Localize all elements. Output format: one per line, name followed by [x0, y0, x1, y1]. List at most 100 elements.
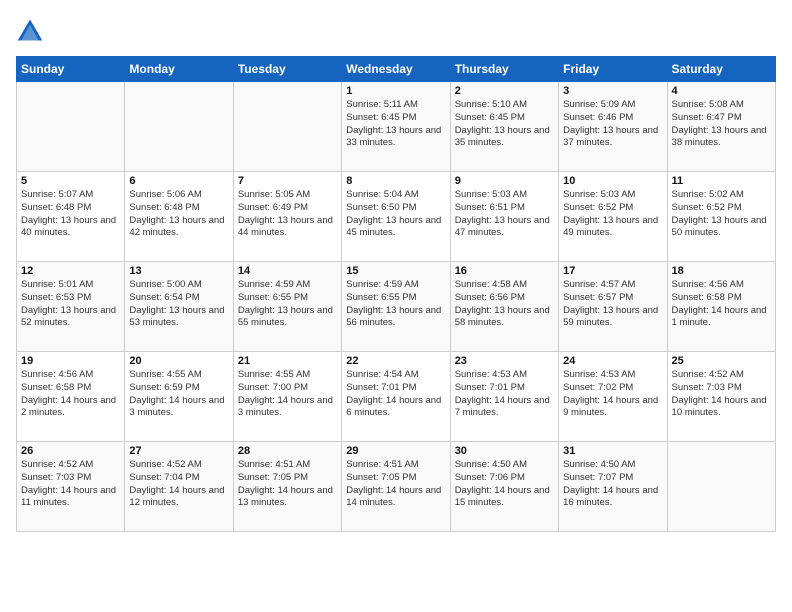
calendar-cell: 25 Sunrise: 4:52 AM Sunset: 7:03 PM Dayli… — [667, 352, 775, 442]
day-content: Sunrise: 4:54 AM Sunset: 7:01 PM Dayligh… — [346, 369, 445, 420]
day-content: Sunrise: 4:58 AM Sunset: 6:56 PM Dayligh… — [455, 279, 554, 330]
day-content: Sunrise: 5:08 AM Sunset: 6:47 PM Dayligh… — [672, 99, 771, 150]
day-number: 27 — [129, 445, 228, 457]
calendar-header: SundayMondayTuesdayWednesdayThursdayFrid… — [17, 57, 776, 82]
day-number: 5 — [21, 175, 120, 187]
header-day-wednesday: Wednesday — [342, 57, 450, 82]
day-content: Sunrise: 5:03 AM Sunset: 6:52 PM Dayligh… — [563, 189, 662, 240]
day-content: Sunrise: 4:52 AM Sunset: 7:04 PM Dayligh… — [129, 459, 228, 510]
day-content: Sunrise: 4:50 AM Sunset: 7:07 PM Dayligh… — [563, 459, 662, 510]
header-day-friday: Friday — [559, 57, 667, 82]
day-content: Sunrise: 4:53 AM Sunset: 7:02 PM Dayligh… — [563, 369, 662, 420]
day-number: 19 — [21, 355, 120, 367]
day-content: Sunrise: 4:51 AM Sunset: 7:05 PM Dayligh… — [238, 459, 337, 510]
calendar-cell — [667, 442, 775, 532]
calendar-body: 1 Sunrise: 5:11 AM Sunset: 6:45 PM Daylig… — [17, 82, 776, 532]
calendar-table: SundayMondayTuesdayWednesdayThursdayFrid… — [16, 56, 776, 532]
page-header — [16, 16, 776, 44]
calendar-cell: 2 Sunrise: 5:10 AM Sunset: 6:45 PM Daylig… — [450, 82, 558, 172]
calendar-cell: 19Sunrise: 4:56 AM Sunset: 6:58 PM Dayli… — [17, 352, 125, 442]
day-number: 13 — [129, 265, 228, 277]
day-content: Sunrise: 5:11 AM Sunset: 6:45 PM Dayligh… — [346, 99, 445, 150]
day-content: Sunrise: 5:07 AM Sunset: 6:48 PM Dayligh… — [21, 189, 120, 240]
day-content: Sunrise: 4:55 AM Sunset: 6:59 PM Dayligh… — [129, 369, 228, 420]
day-number: 18 — [672, 265, 771, 277]
day-number: 30 — [455, 445, 554, 457]
calendar-cell: 14 Sunrise: 4:59 AM Sunset: 6:55 PM Dayli… — [233, 262, 341, 352]
header-day-sunday: Sunday — [17, 57, 125, 82]
week-row-2: 12 Sunrise: 5:01 AM Sunset: 6:53 PM Dayli… — [17, 262, 776, 352]
calendar-cell: 28 Sunrise: 4:51 AM Sunset: 7:05 PM Dayli… — [233, 442, 341, 532]
day-number: 12 — [21, 265, 120, 277]
calendar-cell — [125, 82, 233, 172]
header-day-tuesday: Tuesday — [233, 57, 341, 82]
header-day-thursday: Thursday — [450, 57, 558, 82]
calendar-cell: 21 Sunrise: 4:55 AM Sunset: 7:00 PM Dayli… — [233, 352, 341, 442]
day-number: 14 — [238, 265, 337, 277]
day-number: 22 — [346, 355, 445, 367]
day-content: Sunrise: 4:52 AM Sunset: 7:03 PM Dayligh… — [672, 369, 771, 420]
day-number: 11 — [672, 175, 771, 187]
calendar-cell: 16Sunrise: 4:58 AM Sunset: 6:56 PM Dayli… — [450, 262, 558, 352]
calendar-cell: 11 Sunrise: 5:02 AM Sunset: 6:52 PM Dayli… — [667, 172, 775, 262]
calendar-cell: 7 Sunrise: 5:05 AM Sunset: 6:49 PM Daylig… — [233, 172, 341, 262]
day-number: 8 — [346, 175, 445, 187]
calendar-cell — [17, 82, 125, 172]
header-day-saturday: Saturday — [667, 57, 775, 82]
day-content: Sunrise: 5:00 AM Sunset: 6:54 PM Dayligh… — [129, 279, 228, 330]
calendar-cell: 23 Sunrise: 4:53 AM Sunset: 7:01 PM Dayli… — [450, 352, 558, 442]
day-content: Sunrise: 5:03 AM Sunset: 6:51 PM Dayligh… — [455, 189, 554, 240]
day-content: Sunrise: 4:52 AM Sunset: 7:03 PM Dayligh… — [21, 459, 120, 510]
day-number: 3 — [563, 85, 662, 97]
calendar-cell: 29Sunrise: 4:51 AM Sunset: 7:05 PM Dayli… — [342, 442, 450, 532]
day-content: Sunrise: 4:56 AM Sunset: 6:58 PM Dayligh… — [672, 279, 771, 330]
day-content: Sunrise: 4:55 AM Sunset: 7:00 PM Dayligh… — [238, 369, 337, 420]
week-row-4: 26 Sunrise: 4:52 AM Sunset: 7:03 PM Dayli… — [17, 442, 776, 532]
day-number: 26 — [21, 445, 120, 457]
calendar-cell: 12 Sunrise: 5:01 AM Sunset: 6:53 PM Dayli… — [17, 262, 125, 352]
calendar-cell — [233, 82, 341, 172]
day-number: 25 — [672, 355, 771, 367]
logo — [16, 16, 48, 44]
calendar-cell: 22 Sunrise: 4:54 AM Sunset: 7:01 PM Dayli… — [342, 352, 450, 442]
header-day-monday: Monday — [125, 57, 233, 82]
calendar-cell: 3 Sunrise: 5:09 AM Sunset: 6:46 PM Daylig… — [559, 82, 667, 172]
day-number: 15 — [346, 265, 445, 277]
day-content: Sunrise: 5:01 AM Sunset: 6:53 PM Dayligh… — [21, 279, 120, 330]
calendar-cell: 27 Sunrise: 4:52 AM Sunset: 7:04 PM Dayli… — [125, 442, 233, 532]
header-row: SundayMondayTuesdayWednesdayThursdayFrid… — [17, 57, 776, 82]
day-content: Sunrise: 5:09 AM Sunset: 6:46 PM Dayligh… — [563, 99, 662, 150]
day-number: 31 — [563, 445, 662, 457]
day-number: 29 — [346, 445, 445, 457]
calendar-cell: 18 Sunrise: 4:56 AM Sunset: 6:58 PM Dayli… — [667, 262, 775, 352]
day-content: Sunrise: 4:57 AM Sunset: 6:57 PM Dayligh… — [563, 279, 662, 330]
day-number: 23 — [455, 355, 554, 367]
day-number: 28 — [238, 445, 337, 457]
day-number: 4 — [672, 85, 771, 97]
day-content: Sunrise: 4:59 AM Sunset: 6:55 PM Dayligh… — [238, 279, 337, 330]
day-number: 21 — [238, 355, 337, 367]
day-content: Sunrise: 5:10 AM Sunset: 6:45 PM Dayligh… — [455, 99, 554, 150]
day-number: 7 — [238, 175, 337, 187]
day-number: 9 — [455, 175, 554, 187]
calendar-cell: 26 Sunrise: 4:52 AM Sunset: 7:03 PM Dayli… — [17, 442, 125, 532]
week-row-0: 1 Sunrise: 5:11 AM Sunset: 6:45 PM Daylig… — [17, 82, 776, 172]
calendar-cell: 4 Sunrise: 5:08 AM Sunset: 6:47 PM Daylig… — [667, 82, 775, 172]
calendar-cell: 15Sunrise: 4:59 AM Sunset: 6:55 PM Dayli… — [342, 262, 450, 352]
day-number: 1 — [346, 85, 445, 97]
calendar-cell: 8Sunrise: 5:04 AM Sunset: 6:50 PM Daylig… — [342, 172, 450, 262]
day-content: Sunrise: 4:53 AM Sunset: 7:01 PM Dayligh… — [455, 369, 554, 420]
calendar-cell: 6Sunrise: 5:06 AM Sunset: 6:48 PM Daylig… — [125, 172, 233, 262]
calendar-cell: 9 Sunrise: 5:03 AM Sunset: 6:51 PM Daylig… — [450, 172, 558, 262]
day-content: Sunrise: 5:06 AM Sunset: 6:48 PM Dayligh… — [129, 189, 228, 240]
calendar-cell: 13 Sunrise: 5:00 AM Sunset: 6:54 PM Dayli… — [125, 262, 233, 352]
calendar-cell: 24Sunrise: 4:53 AM Sunset: 7:02 PM Dayli… — [559, 352, 667, 442]
calendar-cell: 31 Sunrise: 4:50 AM Sunset: 7:07 PM Dayli… — [559, 442, 667, 532]
day-content: Sunrise: 5:02 AM Sunset: 6:52 PM Dayligh… — [672, 189, 771, 240]
calendar-cell: 20 Sunrise: 4:55 AM Sunset: 6:59 PM Dayli… — [125, 352, 233, 442]
week-row-1: 5 Sunrise: 5:07 AM Sunset: 6:48 PM Daylig… — [17, 172, 776, 262]
day-number: 2 — [455, 85, 554, 97]
day-number: 20 — [129, 355, 228, 367]
calendar-cell: 30Sunrise: 4:50 AM Sunset: 7:06 PM Dayli… — [450, 442, 558, 532]
day-content: Sunrise: 5:05 AM Sunset: 6:49 PM Dayligh… — [238, 189, 337, 240]
